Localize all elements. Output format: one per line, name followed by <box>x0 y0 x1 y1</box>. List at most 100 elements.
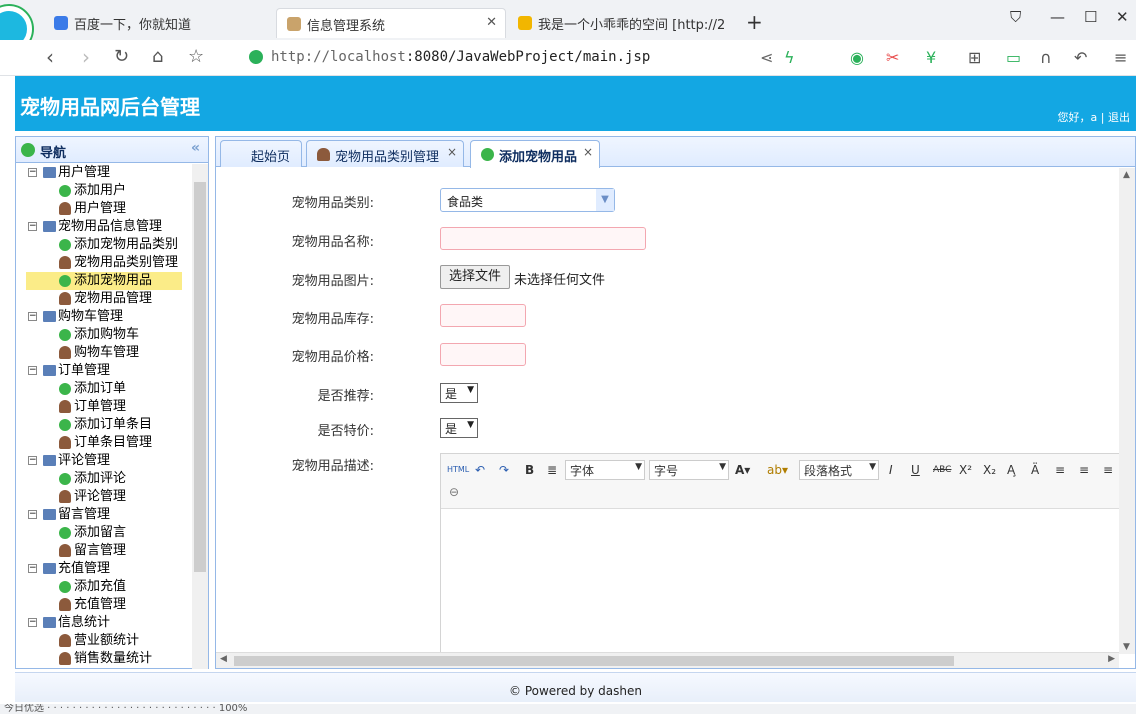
new-tab-icon[interactable]: + <box>746 10 763 34</box>
close-tab-icon[interactable]: × <box>447 145 457 159</box>
close-tab-icon[interactable]: × <box>583 145 593 159</box>
tab-add-product[interactable]: 添加宠物用品 × <box>470 140 600 168</box>
sidebar-item[interactable]: 添加购物车 <box>16 326 193 344</box>
sidebar-item[interactable]: 宠物用品类别管理 <box>16 254 193 272</box>
collapse-toggle-icon[interactable]: − <box>28 222 37 231</box>
scrollbar-thumb[interactable] <box>234 656 954 666</box>
scroll-up-icon[interactable]: ▲ <box>1123 170 1130 180</box>
collapse-icon[interactable]: « <box>191 140 200 156</box>
tab-category-manage[interactable]: 宠物用品类别管理 × <box>306 140 464 167</box>
scroll-left-icon[interactable]: ◀ <box>220 654 227 664</box>
logout-link[interactable]: 退出 <box>1108 111 1130 124</box>
category-select[interactable]: 食品类 ▼ <box>440 188 615 212</box>
sidebar-item[interactable]: 添加订单条目 <box>16 416 193 434</box>
forward-icon[interactable]: › <box>82 46 90 68</box>
bold-button[interactable]: B <box>525 460 534 480</box>
back-icon[interactable]: ‹ <box>46 46 54 68</box>
tab-start-page[interactable]: 起始页 <box>220 140 302 167</box>
home-icon[interactable]: ⌂ <box>152 46 163 68</box>
content-horizontal-scrollbar[interactable]: ◀ ▶ <box>216 652 1119 668</box>
link-icon[interactable]: ⊖ <box>449 482 459 502</box>
scissors-icon[interactable]: ✂ <box>886 48 899 67</box>
sidebar-group[interactable]: − 充值管理 <box>16 560 193 578</box>
content-vertical-scrollbar[interactable]: ▲ ▼ <box>1119 168 1135 654</box>
browser-tab-qzone[interactable]: 我是一个小乖乖的空间 [http://2 <box>508 8 736 38</box>
lightning-icon[interactable]: ϟ <box>784 48 795 67</box>
sidebar-item[interactable]: 留言管理 <box>16 542 193 560</box>
apps-icon[interactable]: ⊞ <box>968 48 981 67</box>
strikethrough-button[interactable]: ABC <box>933 460 951 480</box>
italic-button[interactable]: I <box>889 460 893 480</box>
editor-body[interactable] <box>441 509 1119 653</box>
redo-icon[interactable]: ↷ <box>499 460 509 480</box>
special-select[interactable]: 是 ▼ <box>440 418 478 438</box>
minimize-icon[interactable]: — <box>1050 8 1065 26</box>
font-color-icon[interactable]: A▾ <box>735 460 750 480</box>
sidebar-group[interactable]: − 评论管理 <box>16 452 193 470</box>
align-right-icon[interactable]: ≡ <box>1103 460 1113 480</box>
shirt-icon[interactable]: ⛉ <box>1010 8 1021 26</box>
recommend-select[interactable]: 是 ▼ <box>440 383 478 403</box>
sidebar-item[interactable]: 添加充值 <box>16 578 193 596</box>
scroll-right-icon[interactable]: ▶ <box>1108 654 1115 664</box>
headphones-icon[interactable]: ∩ <box>1040 48 1052 67</box>
clear-format-icon[interactable]: Ä <box>1031 460 1039 480</box>
collapse-toggle-icon[interactable]: − <box>28 456 37 465</box>
browser-tab-active[interactable]: 信息管理系统 ✕ <box>276 8 506 38</box>
yen-icon[interactable]: ¥ <box>926 48 936 67</box>
collapse-toggle-icon[interactable]: − <box>28 564 37 573</box>
close-window-icon[interactable]: ✕ <box>1116 8 1129 26</box>
highlight-icon[interactable]: ab▾ <box>767 460 788 480</box>
collapse-toggle-icon[interactable]: − <box>28 312 37 321</box>
font-family-select[interactable]: 字体 ▼ <box>565 460 645 480</box>
sidebar-item[interactable]: 订单管理 <box>16 398 193 416</box>
choose-file-button[interactable]: 选择文件 <box>440 265 510 289</box>
menu-icon[interactable]: ≡ <box>1114 48 1127 67</box>
align-left-icon[interactable]: ≡ <box>1055 460 1065 480</box>
shield-icon[interactable]: ◉ <box>850 48 864 67</box>
sidebar-item[interactable]: 营业额统计 <box>16 632 193 650</box>
battery-icon[interactable]: ▭ <box>1006 48 1021 67</box>
sidebar-item[interactable]: 充值管理 <box>16 596 193 614</box>
url-field[interactable]: http://localhost:8080/JavaWebProject/mai… <box>245 45 735 71</box>
star-bookmark-icon[interactable]: ☆ <box>188 46 204 68</box>
sidebar-group[interactable]: − 购物车管理 <box>16 308 193 326</box>
sidebar-item[interactable]: 添加订单 <box>16 380 193 398</box>
underline-button[interactable]: U <box>911 460 920 480</box>
sidebar-item[interactable]: 添加宠物用品类别 <box>16 236 193 254</box>
font-size-select[interactable]: 字号 ▼ <box>649 460 729 480</box>
collapse-toggle-icon[interactable]: − <box>28 618 37 627</box>
undo-icon[interactable]: ↶ <box>1074 48 1087 67</box>
sidebar-item[interactable]: 添加留言 <box>16 524 193 542</box>
format-icon[interactable]: ≣ <box>547 460 557 480</box>
share-icon[interactable]: ⋖ <box>760 48 773 67</box>
price-input[interactable] <box>440 343 526 366</box>
close-tab-icon[interactable]: ✕ <box>486 15 497 30</box>
font-size-increase-icon[interactable]: A̧ <box>1007 460 1015 480</box>
html-source-button[interactable]: HTML <box>447 460 469 480</box>
subscript-button[interactable]: X₂ <box>983 460 996 480</box>
sidebar-item[interactable]: 订单条目管理 <box>16 434 193 452</box>
sidebar-item[interactable]: 添加用户 <box>16 182 193 200</box>
scrollbar-thumb[interactable] <box>194 182 206 572</box>
collapse-toggle-icon[interactable]: − <box>28 168 37 177</box>
stock-input[interactable] <box>440 304 526 327</box>
browser-tab-baidu[interactable]: 百度一下，你就知道 <box>44 8 274 38</box>
align-center-icon[interactable]: ≡ <box>1079 460 1089 480</box>
sidebar-item[interactable]: 购物车管理 <box>16 344 193 362</box>
sidebar-group[interactable]: − 留言管理 <box>16 506 193 524</box>
name-input[interactable] <box>440 227 646 250</box>
sidebar-item[interactable]: 用户管理 <box>16 200 193 218</box>
sidebar-item[interactable]: 宠物用品管理 <box>16 290 193 308</box>
sidebar-item[interactable]: 添加评论 <box>16 470 193 488</box>
scroll-down-icon[interactable]: ▼ <box>1123 642 1130 652</box>
sidebar-item[interactable]: 销售数量统计 <box>16 650 193 668</box>
sidebar-group[interactable]: − 用户管理 <box>16 164 193 182</box>
sidebar-scrollbar[interactable] <box>192 164 208 669</box>
sidebar-group[interactable]: − 信息统计 <box>16 614 193 632</box>
reload-icon[interactable]: ↻ <box>114 46 129 68</box>
sidebar-item[interactable]: 评论管理 <box>16 488 193 506</box>
sidebar-group[interactable]: − 宠物用品信息管理 <box>16 218 193 236</box>
sidebar-item[interactable]: 添加宠物用品 <box>16 272 193 290</box>
undo-icon[interactable]: ↶ <box>475 460 485 480</box>
